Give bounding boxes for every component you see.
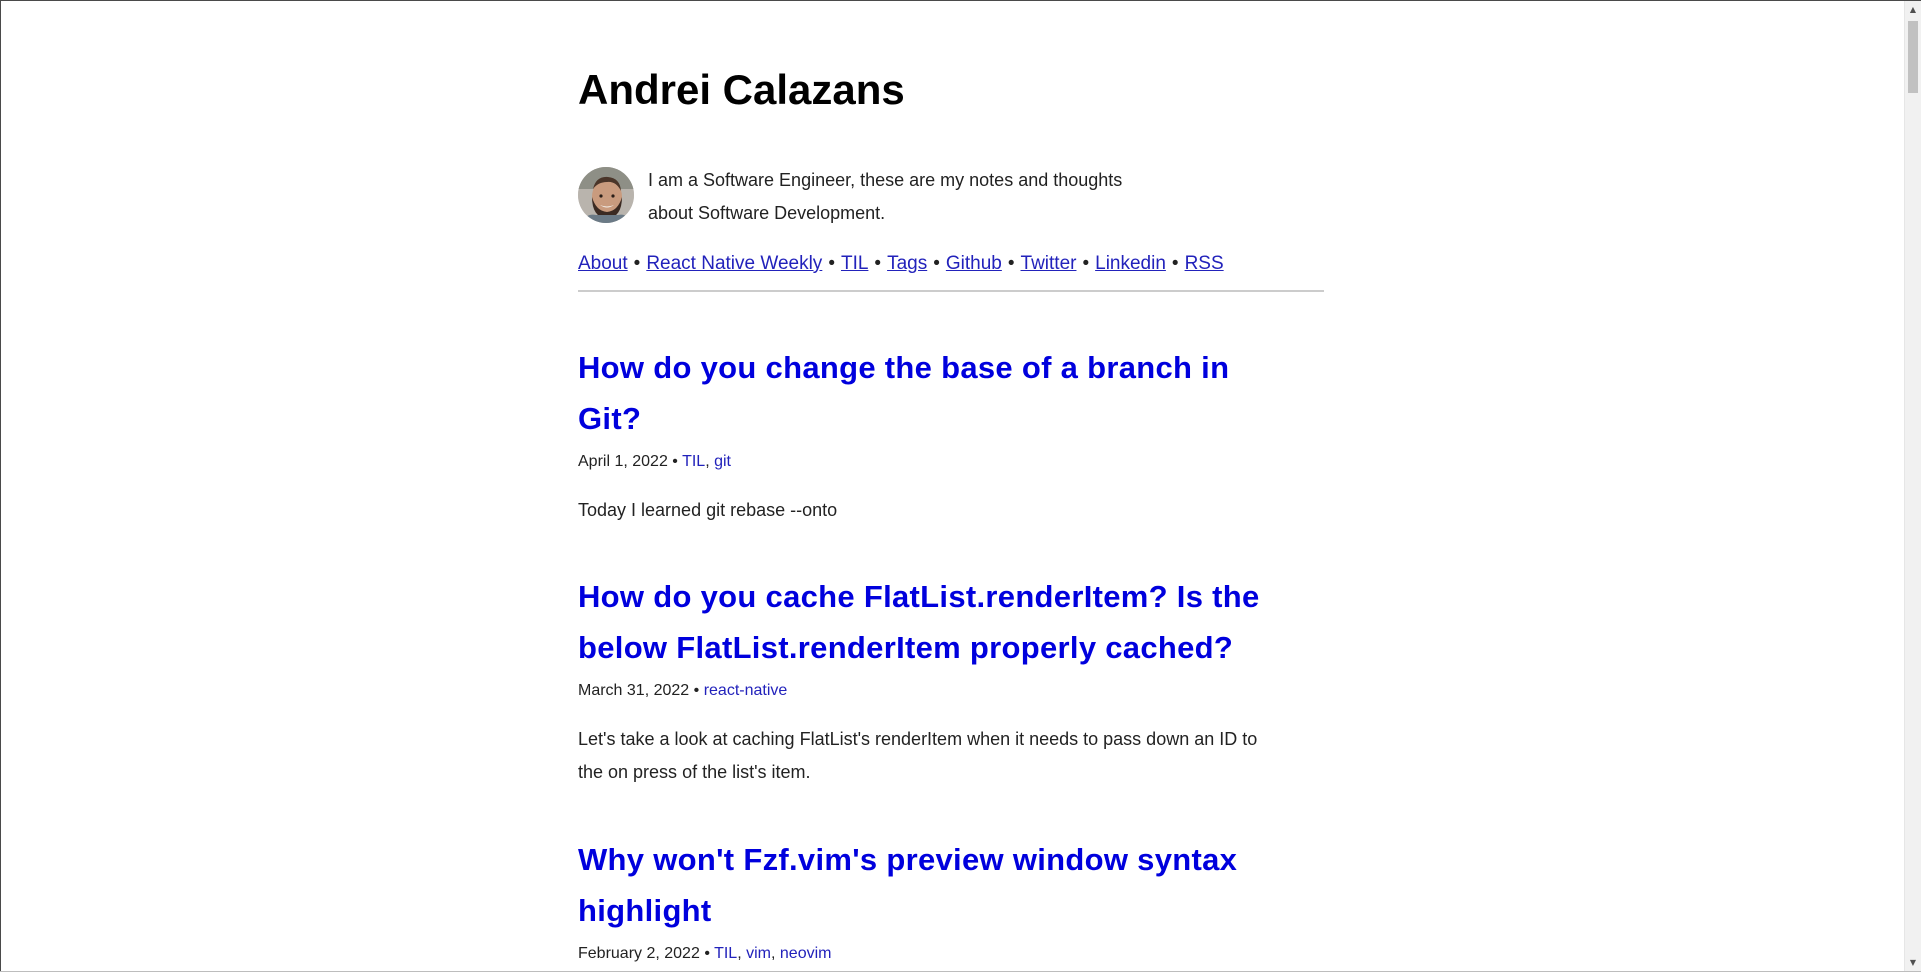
scrollbar-thumb[interactable] <box>1908 21 1918 93</box>
post-date: February 2, 2022 <box>578 945 700 962</box>
post-title: How do you cache FlatList.renderItem? Is… <box>578 571 1324 673</box>
post-title-line-2: below FlatList.renderItem properly cache… <box>578 630 1234 665</box>
post-meta: February 2, 2022 • TIL, vim, neovim <box>578 944 1324 964</box>
post-title-line-2: highlight <box>578 893 712 928</box>
post-tag-neovim[interactable]: neovim <box>780 945 832 962</box>
nav-separator: • <box>633 253 641 274</box>
nav-separator: • <box>874 253 882 274</box>
post-meta-separator: • <box>672 453 678 470</box>
author-avatar <box>578 167 634 223</box>
post-title: How do you change the base of a branch i… <box>578 342 1324 444</box>
post-tag-til[interactable]: TIL <box>682 453 705 470</box>
post-title-line-1: How do you change the base of a branch i… <box>578 350 1230 385</box>
scroll-up-arrow-icon[interactable]: ▲ <box>1905 1 1921 18</box>
avatar-portrait-image <box>578 167 634 223</box>
nav-separator: • <box>1171 253 1179 274</box>
post-title-line-1: Why won't Fzf.vim's preview window synta… <box>578 842 1238 877</box>
post-tag-til[interactable]: TIL <box>714 945 737 962</box>
nav-link-github[interactable]: Github <box>946 253 1002 274</box>
intro-line-1: I am a Software Engineer, these are my n… <box>648 170 1123 190</box>
post-item: Why won't Fzf.vim's preview window synta… <box>578 834 1324 964</box>
post-meta-separator: • <box>704 945 710 962</box>
post-meta: March 31, 2022 • react-native <box>578 681 1324 701</box>
intro-text: I am a Software Engineer, these are my n… <box>648 164 1188 230</box>
site-title[interactable]: Andrei Calazans <box>578 64 905 116</box>
post-excerpt: Today I learned git rebase --onto <box>578 500 838 520</box>
post-meta-separator: • <box>693 682 700 699</box>
post-tag-git[interactable]: git <box>714 453 731 470</box>
nav-link-rss[interactable]: RSS <box>1185 253 1224 274</box>
nav-link-react-native-weekly[interactable]: React Native Weekly <box>646 253 822 274</box>
nav-separator: • <box>828 253 835 274</box>
post-title-link[interactable]: Why won't Fzf.vim's preview window synta… <box>578 842 1237 928</box>
post-title: Why won't Fzf.vim's preview window synta… <box>578 834 1324 936</box>
tag-separator: , <box>771 945 776 962</box>
nav-link-tags[interactable]: Tags <box>887 253 927 274</box>
nav-link-linkedin[interactable]: Linkedin <box>1095 253 1166 274</box>
nav-link-twitter[interactable]: Twitter <box>1021 253 1077 274</box>
window-top-border <box>0 0 1921 1</box>
nav-link-til[interactable]: TIL <box>841 253 868 274</box>
post-excerpt-line-2: the on press of the list's item. <box>578 762 811 782</box>
tag-separator: , <box>737 945 742 962</box>
post-meta: April 1, 2022 • TIL, git <box>578 452 1324 472</box>
top-nav: About • React Native Weekly • TIL • Tags • Githu… <box>578 250 1224 278</box>
post-title-link[interactable]: How do you change the base of a branch i… <box>578 350 1229 436</box>
scroll-down-arrow-icon[interactable]: ▼ <box>1905 954 1921 971</box>
post-date: April 1, 2022 <box>578 453 668 470</box>
post-excerpt-line-1: Let's take a look at caching FlatList's … <box>578 729 1258 749</box>
tag-separator: , <box>705 453 710 470</box>
nav-separator: • <box>1082 253 1090 274</box>
nav-link-about[interactable]: About <box>578 253 628 274</box>
post-date: March 31, 2022 <box>578 682 690 699</box>
post-excerpt: Let's take a look at caching FlatList's … <box>578 723 1324 789</box>
header-divider <box>578 290 1324 292</box>
post-item: How do you cache FlatList.renderItem? Is… <box>578 571 1324 789</box>
nav-separator: • <box>933 253 940 274</box>
vertical-scrollbar[interactable]: ▲ ▼ <box>1904 1 1921 971</box>
post-tag-react-native[interactable]: react-native <box>704 682 788 699</box>
post-title-line-2: Git? <box>578 401 642 436</box>
post-title-line-1: How do you cache FlatList.renderItem? Is… <box>578 579 1260 614</box>
window-left-border <box>0 0 1 972</box>
nav-separator: • <box>1007 253 1015 274</box>
intro-line-2: about Software Development. <box>648 203 886 223</box>
post-tag-vim[interactable]: vim <box>746 945 771 962</box>
post-title-link[interactable]: How do you cache FlatList.renderItem? Is… <box>578 579 1260 665</box>
post-item: How do you change the base of a branch i… <box>578 342 1324 527</box>
